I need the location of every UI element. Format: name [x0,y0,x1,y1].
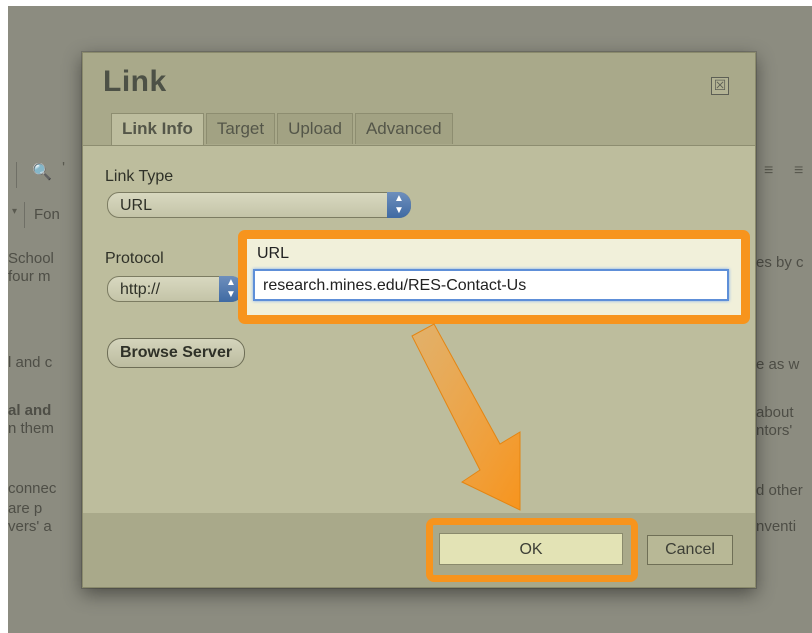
screenshot-frame: 🔍 ' ≡ ≡ ▾ Fon School four m l and c al a… [8,6,812,633]
pointer-arrow [411,323,521,511]
ok-highlight [426,518,638,582]
